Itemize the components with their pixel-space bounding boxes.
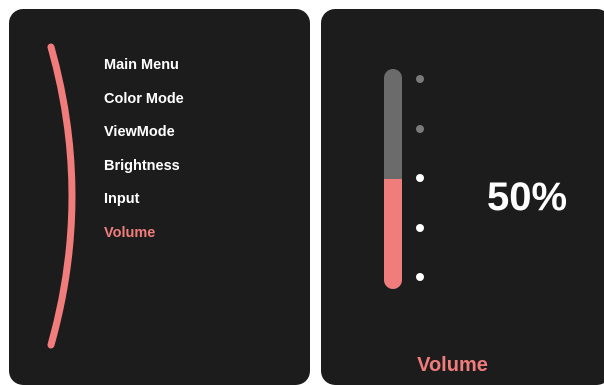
- volume-panel: 50% Volume: [321, 9, 604, 385]
- volume-value: 50%: [487, 175, 568, 219]
- volume-panel-title: Volume: [417, 354, 488, 376]
- menu-arc-decoration: [47, 43, 76, 349]
- menu-item-color-mode[interactable]: Color Mode: [104, 89, 184, 123]
- volume-tick-2: [416, 125, 424, 133]
- menu-item-input[interactable]: Input: [104, 189, 184, 223]
- volume-slider-fill: [384, 179, 402, 289]
- menu-item-viewmode[interactable]: ViewMode: [104, 122, 184, 156]
- volume-tick-1: [416, 75, 424, 83]
- volume-slider[interactable]: [384, 69, 402, 289]
- menu-item-main-menu[interactable]: Main Menu: [104, 55, 184, 89]
- menu-item-brightness[interactable]: Brightness: [104, 156, 184, 190]
- osd-screen: Main Menu Color Mode ViewMode Brightness…: [0, 0, 604, 385]
- menu-item-volume[interactable]: Volume: [104, 223, 184, 257]
- volume-tick-3: [416, 174, 424, 182]
- volume-tick-4: [416, 224, 424, 232]
- menu-panel: Main Menu Color Mode ViewMode Brightness…: [9, 9, 310, 385]
- volume-tick-5: [416, 273, 424, 281]
- main-menu-list: Main Menu Color Mode ViewMode Brightness…: [104, 55, 184, 256]
